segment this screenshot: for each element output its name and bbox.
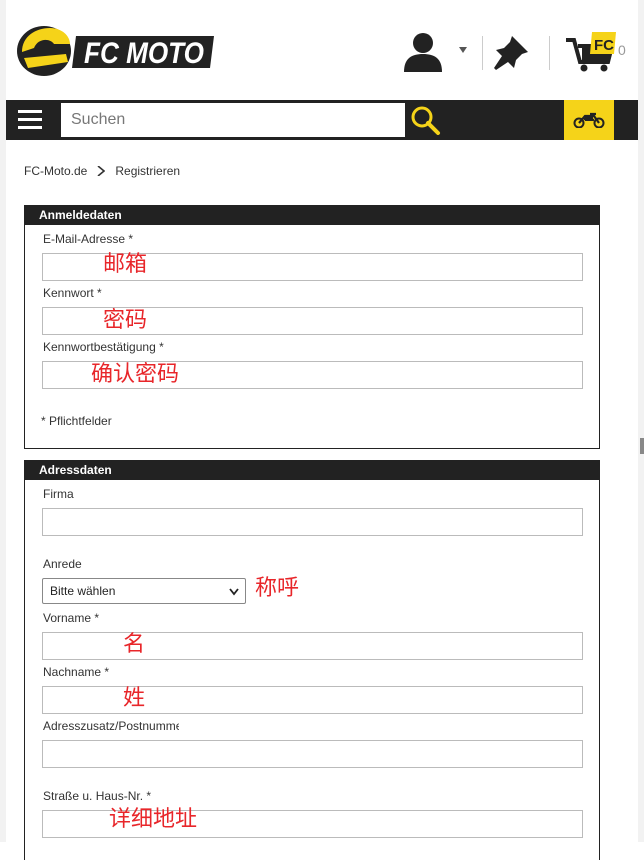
lastname-label: Nachname * — [43, 665, 110, 679]
pin-icon[interactable] — [492, 34, 530, 72]
search-bar — [6, 100, 638, 140]
panel-title: Adressdaten — [25, 461, 599, 480]
fc-moto-logo[interactable]: FC MOTO — [14, 22, 214, 80]
account-icon[interactable] — [400, 32, 446, 72]
email-label: E-Mail-Adresse * — [43, 232, 134, 246]
address-extra-field[interactable] — [42, 740, 583, 768]
required-fields-hint: * Pflichtfelder — [41, 414, 112, 428]
logo-wordmark: FC MOTO — [84, 37, 204, 70]
salutation-select[interactable]: Bitte wählen — [42, 578, 246, 604]
site-header: FC MOTO FC 0 — [6, 0, 638, 100]
cart-icon[interactable]: FC — [566, 32, 618, 72]
salutation-annotation: 称呼 — [255, 576, 300, 601]
breadcrumb-home-link[interactable]: FC-Moto.de — [24, 164, 87, 178]
street-annotation: 详细地址 — [109, 807, 198, 832]
chevron-right-icon — [97, 166, 106, 176]
scrollbar-thumb[interactable] — [640, 438, 644, 454]
salutation-selected-value: Bitte wählen — [50, 584, 116, 598]
panel-title: Anmeldedaten — [25, 206, 599, 225]
login-data-panel: Anmeldedaten E-Mail-Adresse * 邮箱 Kennwor… — [24, 205, 600, 449]
page-gutter-right — [638, 0, 644, 842]
cart-badge-text: FC — [594, 37, 614, 54]
email-annotation: 邮箱 — [103, 252, 148, 277]
header-divider — [482, 36, 483, 70]
company-label: Firma — [43, 487, 74, 501]
address-data-panel: Adressdaten Firma Anrede Bitte wählen 称呼… — [24, 460, 600, 860]
password-label: Kennwort * — [43, 286, 102, 300]
motorcycle-icon — [573, 112, 605, 128]
firstname-annotation: 名 — [123, 632, 146, 657]
password-confirm-label: Kennwortbestätigung * — [43, 340, 164, 354]
chevron-down-icon — [229, 588, 239, 596]
cart-count: 0 — [618, 42, 626, 58]
header-divider — [549, 36, 550, 70]
firstname-label: Vorname * — [43, 611, 100, 625]
hamburger-menu-icon[interactable] — [18, 110, 42, 130]
motorcycle-selector-button[interactable] — [564, 100, 614, 140]
password-annotation: 密码 — [103, 308, 148, 333]
street-label: Straße u. Haus-Nr. * — [43, 789, 152, 803]
account-dropdown-caret-icon[interactable] — [458, 46, 468, 54]
address-extra-label: Adresszusatz/Postnummer — [43, 719, 179, 733]
salutation-label: Anrede — [43, 557, 82, 571]
breadcrumb: FC-Moto.de Registrieren — [24, 164, 180, 178]
company-field[interactable] — [42, 508, 583, 536]
password-confirm-annotation: 确认密码 — [91, 362, 180, 387]
search-icon[interactable] — [410, 105, 442, 135]
breadcrumb-current: Registrieren — [115, 164, 181, 178]
lastname-annotation: 姓 — [123, 686, 146, 711]
search-input[interactable] — [61, 103, 405, 137]
